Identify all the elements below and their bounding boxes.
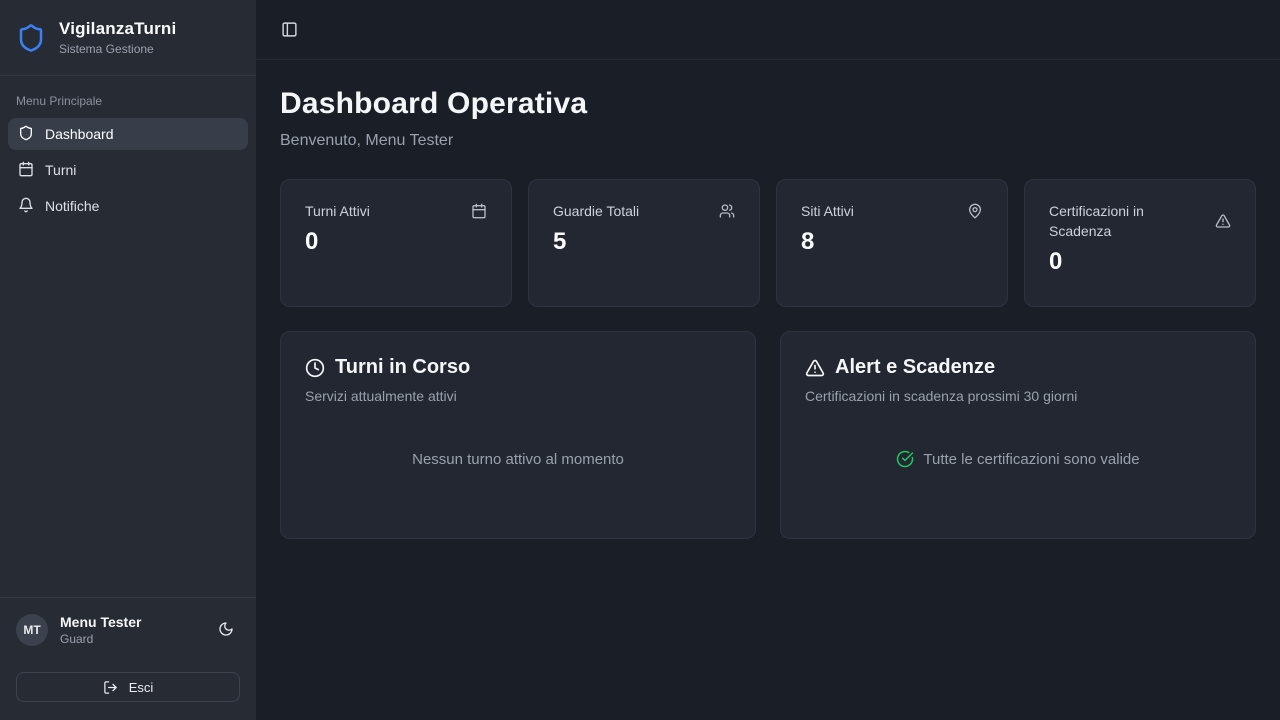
calendar-icon — [471, 203, 487, 219]
clock-icon — [305, 358, 325, 378]
sidebar-item-notifiche[interactable]: Notifiche — [8, 190, 248, 222]
empty-message: Nessun turno attivo al momento — [412, 451, 624, 468]
stat-card-turni-attivi: Turni Attivi 0 — [280, 179, 512, 307]
calendar-icon — [18, 161, 34, 180]
sidebar: VigilanzaTurni Sistema Gestione Menu Pri… — [0, 0, 256, 720]
main-area: Dashboard Operativa Benvenuto, Menu Test… — [256, 0, 1280, 720]
avatar: MT — [16, 614, 48, 646]
panel-title-row: Turni in Corso — [305, 356, 731, 379]
stat-card-header: Guardie Totali — [553, 201, 735, 221]
app-title: VigilanzaTurni — [59, 19, 176, 39]
app-tagline: Sistema Gestione — [59, 42, 176, 56]
moon-icon — [218, 621, 234, 640]
sidebar-item-label: Turni — [45, 162, 76, 178]
log-out-icon — [103, 680, 118, 695]
map-pin-icon — [967, 203, 983, 219]
stat-value: 5 — [553, 228, 735, 256]
sidebar-item-turni[interactable]: Turni — [8, 154, 248, 186]
user-meta: Menu Tester Guard — [60, 614, 141, 646]
bell-icon — [18, 197, 34, 216]
stat-card-certificazioni: Certificazioni in Scadenza 0 — [1024, 179, 1256, 307]
user-card: MT Menu Tester Guard — [16, 606, 240, 654]
sidebar-item-label: Dashboard — [45, 126, 114, 142]
sidebar-item-dashboard[interactable]: Dashboard — [8, 118, 248, 150]
empty-message: Tutte le certificazioni sono valide — [923, 451, 1139, 468]
stat-card-siti-attivi: Siti Attivi 0 8 — [776, 179, 1008, 307]
stat-card-header: Siti Attivi — [801, 201, 983, 221]
stat-card-guardie-totali: Guardie Totali 5 — [528, 179, 760, 307]
user-name: Menu Tester — [60, 614, 141, 630]
stat-label: Certificazioni in Scadenza — [1049, 201, 1203, 241]
panel-empty-state: Tutte le certificazioni sono valide — [805, 404, 1231, 514]
panel-empty-state: Nessun turno attivo al momento — [305, 404, 731, 514]
panels-grid: Turni in Corso Servizi attualmente attiv… — [280, 331, 1256, 539]
app-root: VigilanzaTurni Sistema Gestione Menu Pri… — [0, 0, 1280, 720]
panel-subtitle: Servizi attualmente attivi — [305, 388, 731, 404]
circle-check-icon — [896, 450, 914, 468]
panel-subtitle: Certificazioni in scadenza prossimi 30 g… — [805, 388, 1231, 404]
shield-logo-icon — [16, 23, 46, 53]
topbar — [256, 0, 1280, 60]
page-content: Dashboard Operativa Benvenuto, Menu Test… — [256, 60, 1280, 563]
panel-left-icon — [281, 21, 298, 38]
user-role: Guard — [60, 632, 141, 646]
page-title: Dashboard Operativa — [280, 87, 1256, 121]
sidebar-item-label: Notifiche — [45, 198, 99, 214]
stat-label: Guardie Totali — [553, 201, 639, 221]
panel-title: Turni in Corso — [335, 356, 470, 379]
stats-grid: Turni Attivi 0 Guardie Totali 5 — [280, 179, 1256, 307]
logout-label: Esci — [129, 680, 154, 695]
stat-value: 0 — [305, 228, 487, 256]
logo-text: VigilanzaTurni Sistema Gestione — [59, 19, 176, 56]
stat-label: Siti Attivi — [801, 201, 854, 221]
welcome-text: Benvenuto, Menu Tester — [280, 132, 1256, 150]
alert-triangle-icon — [805, 358, 825, 378]
sidebar-toggle-button[interactable] — [276, 17, 302, 43]
stat-card-header: Turni Attivi — [305, 201, 487, 221]
panel-turni-in-corso: Turni in Corso Servizi attualmente attiv… — [280, 331, 756, 539]
stat-label: Turni Attivi — [305, 201, 370, 221]
theme-toggle-button[interactable] — [212, 616, 240, 644]
logout-button[interactable]: Esci — [16, 672, 240, 702]
stat-card-header: Certificazioni in Scadenza — [1049, 201, 1231, 241]
stat-value: 0 — [1049, 248, 1231, 276]
alert-triangle-icon — [1215, 213, 1231, 229]
stat-value: 8 — [801, 228, 983, 256]
panel-title: Alert e Scadenze — [835, 356, 995, 379]
panel-alert-scadenze: Alert e Scadenze Certificazioni in scade… — [780, 331, 1256, 539]
sidebar-menu: Dashboard Turni Notifiche — [0, 118, 256, 222]
users-icon — [719, 203, 735, 219]
shield-icon — [18, 125, 34, 144]
panel-title-row: Alert e Scadenze — [805, 356, 1231, 379]
sidebar-section-label: Menu Principale — [16, 94, 240, 108]
sidebar-header: VigilanzaTurni Sistema Gestione — [0, 0, 256, 76]
sidebar-footer: MT Menu Tester Guard Esci — [0, 597, 256, 720]
